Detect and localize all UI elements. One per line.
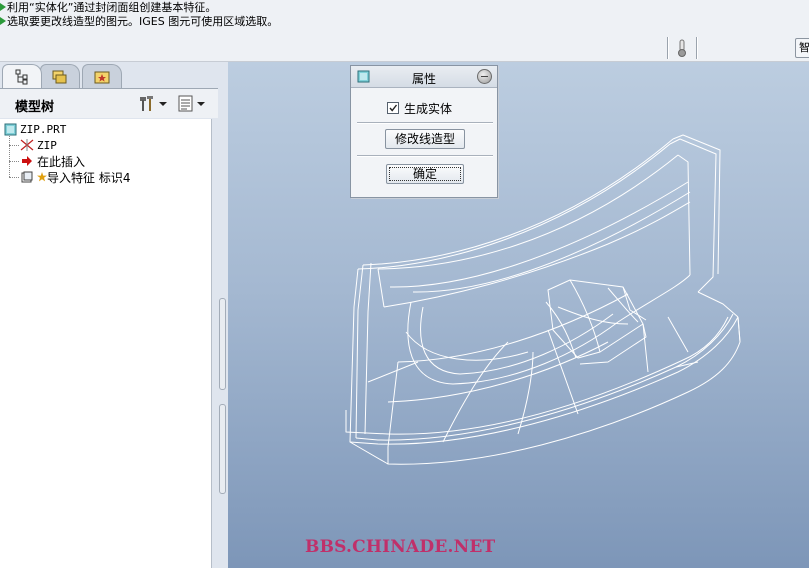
tree-item-label: ZIP.PRT bbox=[20, 122, 67, 136]
model-tree-icon bbox=[15, 69, 28, 84]
status-separator bbox=[696, 37, 698, 59]
dialog-title: 属性 bbox=[411, 72, 436, 86]
sash-handle[interactable] bbox=[219, 404, 226, 494]
tree-show-button[interactable] bbox=[178, 94, 210, 114]
navigator-sash[interactable] bbox=[218, 298, 228, 494]
tree-item-label: 在此插入 bbox=[37, 154, 86, 169]
create-solid-checkbox[interactable] bbox=[387, 102, 399, 114]
properties-dialog: 属性 生成实体 修改线造型 确定 bbox=[350, 65, 498, 198]
model-tree-header: 模型树 bbox=[0, 88, 218, 118]
status-separator bbox=[667, 37, 669, 59]
tree-item-insert-here[interactable]: 在此插入 bbox=[19, 153, 85, 169]
folder-browser-icon bbox=[52, 70, 67, 83]
tree-item-root-part[interactable]: ZIP.PRT bbox=[2, 121, 66, 137]
message-line: 选取要更改线造型的图元。IGES 图元可使用区域选取。 bbox=[0, 14, 278, 28]
tools-icon bbox=[140, 96, 153, 111]
model-tree-title: 模型树 bbox=[15, 100, 55, 115]
message-text: 选取要更改线造型的图元。IGES 图元可使用区域选取。 bbox=[7, 15, 279, 28]
ok-button[interactable]: 确定 bbox=[386, 164, 464, 184]
dialog-separator bbox=[357, 122, 493, 124]
model-tree-panel: ZIP.PRT ZIP 在此插入 导入特征 标识4 bbox=[0, 119, 212, 568]
coordinate-system-icon bbox=[19, 138, 35, 152]
close-icon[interactable] bbox=[477, 69, 492, 84]
selection-filter-dropdown[interactable]: 智 bbox=[795, 38, 809, 58]
create-solid-option[interactable]: 生成实体 bbox=[387, 100, 452, 116]
insert-arrow-icon bbox=[19, 154, 35, 168]
part-icon bbox=[2, 122, 18, 136]
chevron-down-icon bbox=[197, 102, 205, 106]
star-icon bbox=[37, 170, 47, 184]
navigator-panel: 模型树 ZIP.PRT ZIP 在此插入 导入特征 标识4 bbox=[0, 62, 228, 568]
list-icon bbox=[178, 95, 193, 112]
message-line: 利用“实体化”通过封闭面组创建基本特征。 bbox=[0, 0, 216, 14]
message-arrow-icon bbox=[0, 17, 6, 25]
navigator-tabs bbox=[0, 62, 228, 88]
import-feature-icon bbox=[19, 170, 35, 184]
tree-connector-line bbox=[9, 133, 19, 177]
message-arrow-icon bbox=[0, 3, 6, 11]
tree-item-coordinate-system[interactable]: ZIP bbox=[19, 137, 57, 153]
ok-button-label: 确定 bbox=[412, 167, 437, 181]
tree-connector-line bbox=[9, 177, 19, 178]
modify-line-style-button[interactable]: 修改线造型 bbox=[385, 129, 465, 149]
tree-settings-button[interactable] bbox=[138, 94, 170, 114]
chevron-down-icon bbox=[159, 102, 167, 106]
message-area: 利用“实体化”通过封闭面组创建基本特征。 选取要更改线造型的图元。IGES 图元… bbox=[0, 0, 809, 62]
tree-item-label: 导入特征 标识4 bbox=[47, 170, 131, 185]
tree-item-import-feature[interactable]: 导入特征 标识4 bbox=[19, 169, 130, 185]
regeneration-status-icon[interactable] bbox=[677, 39, 687, 57]
tab-favorites[interactable] bbox=[82, 64, 122, 88]
tree-item-label: ZIP bbox=[37, 138, 57, 152]
favorites-folder-icon bbox=[94, 71, 110, 83]
tab-folder-browser[interactable] bbox=[40, 64, 80, 88]
dialog-separator bbox=[357, 155, 493, 157]
sash-handle[interactable] bbox=[219, 298, 226, 390]
tab-model-tree[interactable] bbox=[2, 64, 42, 88]
status-bar: 智 bbox=[667, 37, 809, 59]
model-wireframe[interactable] bbox=[228, 62, 809, 568]
graphics-window[interactable]: BBS.CHINADE.NET bbox=[228, 62, 809, 568]
create-solid-label: 生成实体 bbox=[404, 101, 453, 116]
watermark-text: BBS.CHINADE.NET bbox=[305, 537, 496, 557]
tree-connector-line bbox=[9, 161, 19, 162]
tree-connector-line bbox=[9, 145, 19, 146]
dialog-titlebar[interactable]: 属性 bbox=[351, 66, 497, 88]
